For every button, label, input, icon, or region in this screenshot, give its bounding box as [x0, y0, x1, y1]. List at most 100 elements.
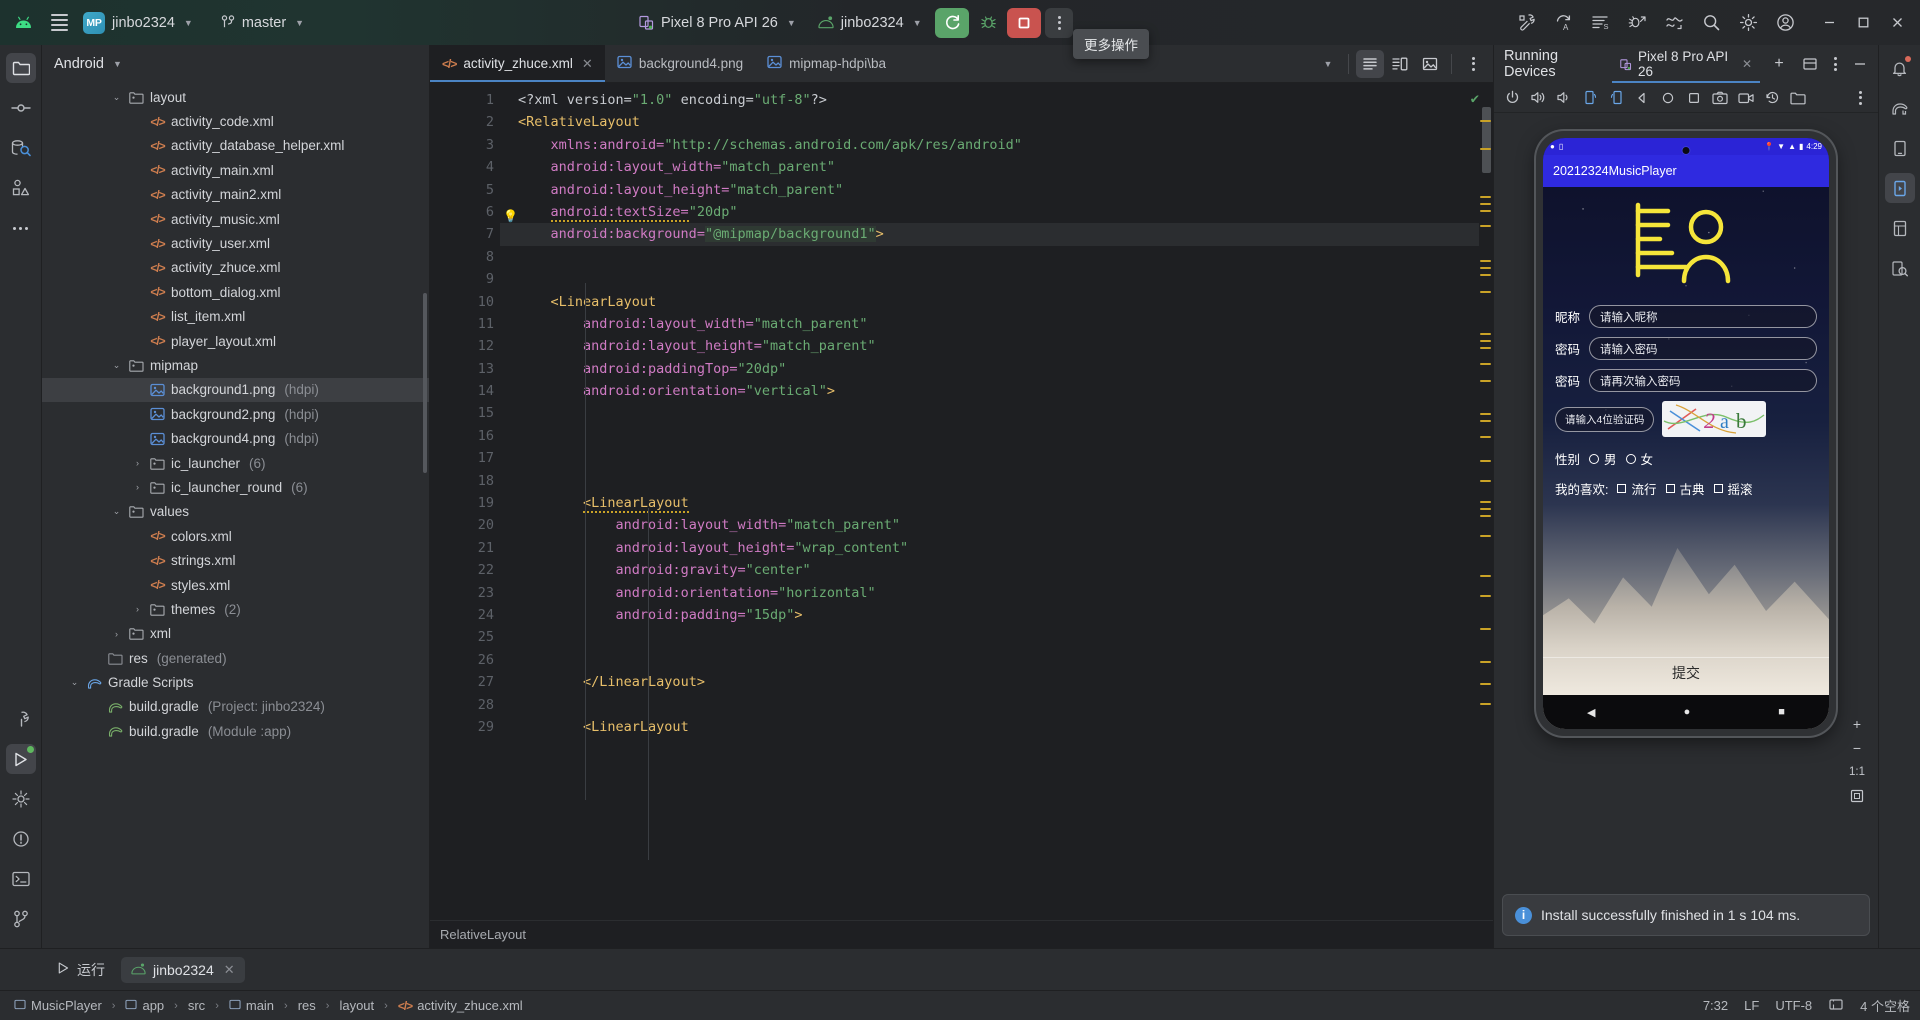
rotate-right-button[interactable]	[1604, 86, 1628, 110]
line-number-18[interactable]: 18	[430, 470, 500, 492]
split-view-button[interactable]	[1386, 50, 1414, 78]
code-content[interactable]: <?xml version="1.0" encoding="utf-8"?> <R…	[500, 83, 1493, 920]
git-branch-selector[interactable]: master ▼	[213, 12, 312, 34]
tree-node-res[interactable]: res (generated)	[42, 646, 429, 670]
tree-node-colors-xml[interactable]: </> colors.xml	[42, 524, 429, 548]
warning-marker[interactable]	[1480, 340, 1491, 342]
scrollbar-thumb[interactable]	[1482, 107, 1491, 173]
warning-marker[interactable]	[1480, 575, 1491, 577]
sidebar-item-app-inspection[interactable]	[6, 784, 36, 814]
tree-node-background2-png[interactable]: background2.png (hdpi)	[42, 402, 429, 426]
volume-up-button[interactable]	[1526, 86, 1550, 110]
caret-position[interactable]: 7:32	[1703, 998, 1728, 1013]
code-line-12[interactable]: android:layout_height="match_parent"	[500, 335, 1493, 357]
maximize-window-button[interactable]	[1846, 8, 1880, 38]
code-line-15[interactable]	[500, 402, 1493, 424]
editor-tab-0[interactable]: </> activity_zhuce.xml ✕	[430, 45, 605, 82]
device-explorer-button[interactable]	[1885, 253, 1915, 283]
line-number-29[interactable]: 29	[430, 716, 500, 738]
file-encoding[interactable]: UTF-8	[1775, 998, 1812, 1013]
line-number-3[interactable]: 3	[430, 134, 500, 156]
debug-attach-icon[interactable]	[1619, 6, 1655, 40]
line-number-20[interactable]: 20	[430, 514, 500, 536]
password-input[interactable]: 请输入密码	[1589, 337, 1817, 360]
line-number-19[interactable]: 19	[430, 492, 500, 514]
rerun-button[interactable]	[935, 7, 969, 38]
run-configuration-selector[interactable]: jinbo2324 ▼	[809, 11, 931, 35]
line-number-gutter[interactable]: 1 2 3 4 5 6 💡 7 8 9 10 11 12 13 14 15 16 17 18 19 20 21 22 23 24…	[430, 83, 520, 920]
breadcrumb-item-src[interactable]: src	[184, 996, 209, 1015]
warning-marker[interactable]	[1480, 535, 1491, 537]
gradle-tool-button[interactable]	[1885, 93, 1915, 123]
tree-node-values[interactable]: ⌄ values	[42, 500, 429, 524]
warning-marker[interactable]	[1480, 274, 1491, 276]
code-line-9[interactable]	[500, 268, 1493, 290]
line-number-10[interactable]: 10	[430, 291, 500, 313]
line-number-7[interactable]: 7	[430, 223, 520, 245]
code-line-16[interactable]	[500, 425, 1493, 447]
indent-setting[interactable]: 4 个空格	[1860, 996, 1910, 1015]
project-selector[interactable]: MP jinbo2324 ▼	[78, 9, 201, 37]
warning-marker[interactable]	[1480, 203, 1491, 205]
warning-marker[interactable]	[1480, 683, 1491, 685]
device-folder-button[interactable]	[1786, 86, 1810, 110]
tree-node-activity-main2-xml[interactable]: </> activity_main2.xml	[42, 183, 429, 207]
overview-button[interactable]	[1682, 86, 1706, 110]
sidebar-item-database-inspector[interactable]	[6, 133, 36, 163]
sidebar-item-project[interactable]	[5, 53, 36, 83]
breadcrumb-item-res[interactable]: res	[294, 996, 320, 1015]
tree-node-build-gradle[interactable]: build.gradle (Module :app)	[42, 719, 429, 743]
nav-home-icon[interactable]: ●	[1684, 706, 1691, 718]
running-devices-button[interactable]	[1884, 173, 1915, 203]
chevron-right-icon[interactable]: ›	[131, 604, 144, 614]
captcha-image[interactable]: 2 a b	[1662, 401, 1767, 437]
tree-node-player-layout-xml[interactable]: </> player_layout.xml	[42, 329, 429, 353]
code-line-7[interactable]: android:background="@mipmap/background1"…	[500, 223, 1493, 246]
editor-options-button[interactable]	[1459, 50, 1487, 78]
warning-marker[interactable]	[1480, 196, 1491, 198]
line-number-27[interactable]: 27	[430, 671, 500, 693]
editor-breadcrumb[interactable]: RelativeLayout	[430, 920, 1493, 948]
captcha-input[interactable]: 请输入4位验证码	[1555, 406, 1655, 432]
gender-option-male[interactable]: 男	[1589, 449, 1617, 468]
code-line-2[interactable]: <RelativeLayout	[500, 111, 1493, 133]
tool-window-tab-1[interactable]: jinbo2324 ✕	[121, 956, 245, 983]
code-line-1[interactable]: <?xml version="1.0" encoding="utf-8"?>	[500, 89, 1493, 111]
tree-node-background1-png[interactable]: background1.png (hdpi)	[42, 377, 429, 403]
line-number-8[interactable]: 8	[430, 246, 500, 268]
sidebar-item-run[interactable]	[5, 744, 36, 774]
device-more-button[interactable]	[1848, 86, 1872, 110]
record-button[interactable]	[1734, 86, 1758, 110]
status-breadcrumb[interactable]: MusicPlayer › app › src › main › res › layout › </> a…	[10, 996, 527, 1015]
tree-node-activity-main-xml[interactable]: </> activity_main.xml	[42, 158, 429, 182]
search-everywhere-icon[interactable]	[1693, 6, 1729, 40]
line-number-6[interactable]: 6 💡	[430, 201, 518, 223]
warning-marker[interactable]	[1480, 420, 1491, 422]
warning-marker[interactable]	[1480, 436, 1491, 438]
rotate-left-button[interactable]	[1578, 86, 1602, 110]
sync-gradle-icon[interactable]: A	[1545, 6, 1581, 40]
main-menu-icon[interactable]	[42, 6, 76, 40]
warning-marker[interactable]	[1480, 515, 1491, 517]
chevron-down-icon[interactable]: ⌄	[110, 360, 123, 371]
confirm-password-input[interactable]: 请再次输入密码	[1589, 369, 1817, 392]
warning-marker[interactable]	[1480, 333, 1491, 335]
breadcrumb-item-layout[interactable]: layout	[335, 996, 378, 1015]
close-window-button[interactable]	[1880, 8, 1914, 38]
device-selector[interactable]: Pixel 8 Pro API 26 ▼	[630, 11, 805, 35]
notifications-button[interactable]	[1885, 53, 1915, 83]
line-number-9[interactable]: 9	[430, 268, 500, 290]
warning-marker[interactable]	[1480, 480, 1491, 482]
line-number-22[interactable]: 22	[430, 559, 500, 581]
emulator-device-frame[interactable]: ● ▯ 📍 ▼ ▲ ▮ 4:29 20212324MusicPlayer 昵称 …	[1536, 131, 1836, 736]
editor-tab-1[interactable]: background4.png	[605, 45, 755, 82]
minimize-panel-button[interactable]	[1848, 52, 1872, 76]
project-view-selector[interactable]: Android ▼	[42, 45, 429, 83]
editor-tab-2[interactable]: mipmap-hdpi\ba	[755, 45, 898, 82]
tree-node-activity-database-helper-xml[interactable]: </> activity_database_helper.xml	[42, 134, 429, 158]
tree-node-activity-user-xml[interactable]: </> activity_user.xml	[42, 231, 429, 255]
design-view-button[interactable]	[1416, 50, 1444, 78]
warning-marker[interactable]	[1480, 210, 1491, 212]
tree-node-activity-code-xml[interactable]: </> activity_code.xml	[42, 109, 429, 133]
close-icon[interactable]: ✕	[582, 56, 593, 72]
